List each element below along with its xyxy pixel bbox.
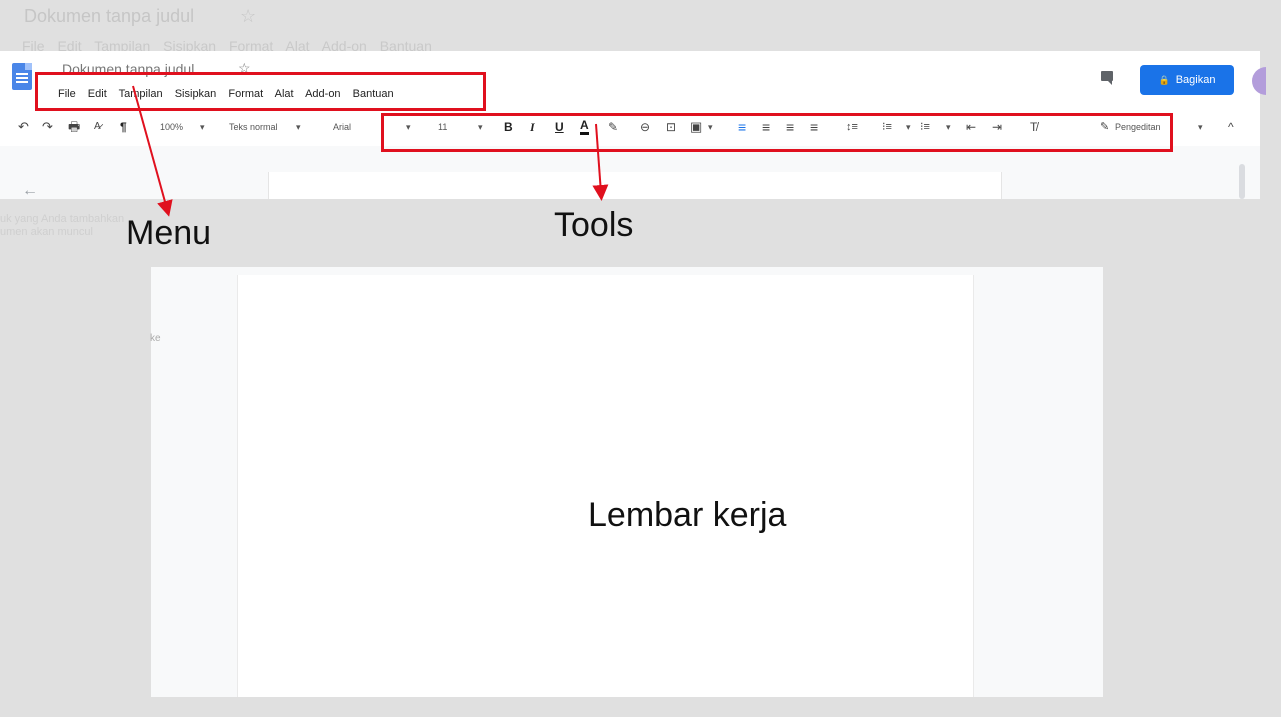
- zoom-dropdown-icon[interactable]: ▾: [200, 119, 205, 135]
- docs-logo-icon[interactable]: [12, 63, 32, 90]
- document-area-top: ←: [0, 146, 1260, 199]
- print-icon[interactable]: 🖶: [68, 119, 80, 135]
- ghost-outline-text: ke: [150, 333, 161, 344]
- menu-highlight-box: [35, 72, 486, 111]
- style-dropdown-icon[interactable]: ▾: [296, 119, 301, 135]
- ghost-document-title: Dokumen tanpa judul: [24, 6, 195, 26]
- back-arrow-icon[interactable]: ←: [22, 182, 38, 200]
- tools-highlight-box: [381, 113, 1173, 152]
- tools-annotation-label: Tools: [554, 206, 634, 244]
- lock-icon: 🔒: [1158, 74, 1170, 85]
- ghost-outline-text: uk yang Anda tambahkan umen akan muncul: [0, 213, 124, 239]
- paint-format-icon[interactable]: ¶: [120, 119, 127, 135]
- editing-mode-dropdown-icon[interactable]: ▾: [1198, 119, 1203, 135]
- document-page[interactable]: [237, 275, 974, 697]
- page-top-edge: [268, 172, 1002, 199]
- font-select[interactable]: Arial: [333, 119, 351, 135]
- scrollbar[interactable]: [1239, 164, 1245, 199]
- style-select[interactable]: Teks normal: [229, 119, 278, 135]
- ghost-outline-line: umen akan muncul: [0, 226, 93, 238]
- undo-icon[interactable]: ↶: [18, 119, 29, 135]
- menu-annotation-label: Menu: [126, 214, 212, 252]
- ghost-outline-line: uk yang Anda tambahkan: [0, 213, 125, 225]
- share-button[interactable]: 🔒 Bagikan: [1140, 65, 1234, 95]
- share-button-label: Bagikan: [1175, 74, 1216, 86]
- redo-icon[interactable]: ↷: [42, 119, 53, 135]
- ghost-star-icon: ☆: [240, 6, 257, 26]
- workspace-annotation-label: Lembar kerja: [588, 496, 787, 534]
- comment-history-icon[interactable]: [1101, 71, 1113, 85]
- collapse-menus-icon[interactable]: ^: [1228, 119, 1234, 135]
- spellcheck-icon[interactable]: A̷: [94, 119, 101, 135]
- avatar[interactable]: [1252, 67, 1266, 95]
- zoom-select[interactable]: 100%: [160, 119, 183, 135]
